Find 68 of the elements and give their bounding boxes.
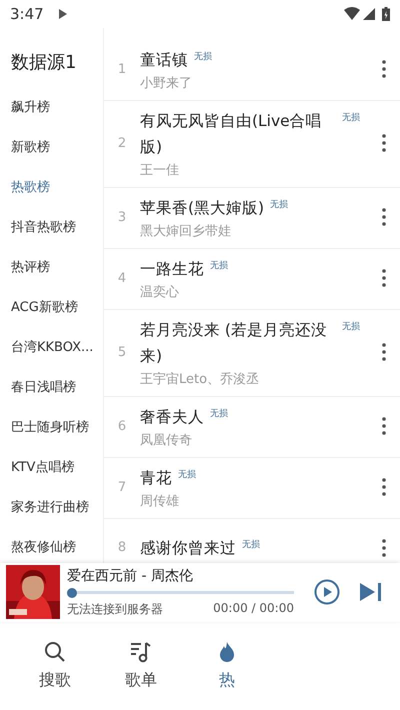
lossless-tag: 无损 (210, 258, 228, 272)
chart-item[interactable]: ACG新歌榜 (11, 298, 103, 338)
now-playing-title: 爱在西元前 - 周杰伦 (67, 566, 194, 585)
status-time: 3:47 (10, 4, 44, 23)
song-title: 感谢你曾来过 (140, 538, 236, 559)
more-icon[interactable] (382, 343, 386, 362)
source-title: 数据源1 (11, 50, 78, 74)
lossless-tag: 无损 (178, 468, 196, 481)
more-icon[interactable] (382, 269, 386, 288)
chart-item[interactable]: 热评榜 (11, 258, 103, 298)
play-button[interactable] (314, 579, 340, 606)
chart-item[interactable]: 台湾KKBOX... (11, 338, 103, 378)
lossless-tag: 无损 (270, 198, 288, 211)
song-title: 有风无风皆自由(Live合唱版) (140, 110, 323, 158)
song-title: 童话镇 (140, 50, 188, 71)
artist-name: 小野来了 (140, 74, 193, 92)
nav-tab[interactable]: 搜歌 (12, 622, 98, 710)
rank-number: 5 (116, 344, 128, 360)
song-title: 奢香夫人 (140, 406, 204, 428)
chart-item[interactable]: 熬夜修仙榜 (11, 538, 103, 563)
chart-item[interactable]: 巴士随身听榜 (11, 418, 103, 458)
song-title: 青花 (140, 468, 172, 489)
more-icon[interactable] (382, 417, 386, 436)
play-icon (58, 8, 68, 19)
wifi-icon (344, 7, 360, 20)
more-icon[interactable] (382, 208, 386, 226)
artist-name: 王一佳 (140, 162, 180, 179)
next-button[interactable] (360, 582, 382, 602)
chart-item[interactable]: 热歌榜 (11, 178, 103, 218)
rank-number: 2 (116, 136, 128, 151)
song-title: 一路生花 (140, 258, 204, 280)
more-icon[interactable] (382, 538, 386, 557)
lossless-tag: 无损 (342, 320, 360, 333)
artist-name: 周传雄 (140, 492, 180, 510)
rank-number: 3 (116, 210, 128, 225)
more-icon[interactable] (382, 478, 386, 496)
lossless-tag: 无损 (342, 110, 360, 124)
more-icon[interactable] (382, 134, 386, 152)
chart-item[interactable]: 家务进行曲榜 (11, 498, 103, 538)
battery-icon (382, 6, 390, 21)
song-title: 苹果香(黑大婶版) (140, 198, 264, 219)
playlist-icon (129, 640, 153, 664)
artist-name: 黑大婶回乡带娃 (140, 222, 232, 240)
rank-number: 4 (116, 270, 128, 286)
signal-icon (363, 8, 375, 20)
status-message: 无法连接到服务器 (67, 600, 163, 618)
artist-name: 王宇宙Leto、乔浚丞 (140, 370, 260, 388)
rank-number: 1 (116, 62, 128, 77)
rank-number: 8 (116, 540, 128, 556)
search-icon (43, 640, 67, 664)
artist-name: 凤凰传奇 (140, 432, 193, 449)
rank-number: 7 (116, 480, 128, 495)
chart-item[interactable]: KTV点唱榜 (11, 458, 103, 498)
playback-time: 00:00 / 00:00 (213, 600, 294, 617)
artist-name: 温奕心 (140, 284, 180, 301)
nav-tab[interactable]: 热 (184, 622, 270, 710)
chart-item[interactable]: 新歌榜 (11, 138, 103, 178)
chart-item[interactable]: 春日浅唱榜 (11, 378, 103, 418)
chart-item[interactable]: 飙升榜 (11, 98, 103, 138)
lossless-tag: 无损 (194, 50, 212, 63)
song-title: 若月亮没来 (若是月亮还没来) (140, 320, 328, 367)
rank-number: 6 (116, 418, 128, 434)
nav-tab[interactable]: 歌单 (98, 622, 184, 710)
progress-thumb[interactable] (67, 588, 77, 598)
lossless-tag: 无损 (210, 406, 228, 420)
chart-item[interactable]: 抖音热歌榜 (11, 218, 103, 258)
more-icon[interactable] (382, 60, 386, 78)
lossless-tag: 无损 (242, 538, 260, 551)
